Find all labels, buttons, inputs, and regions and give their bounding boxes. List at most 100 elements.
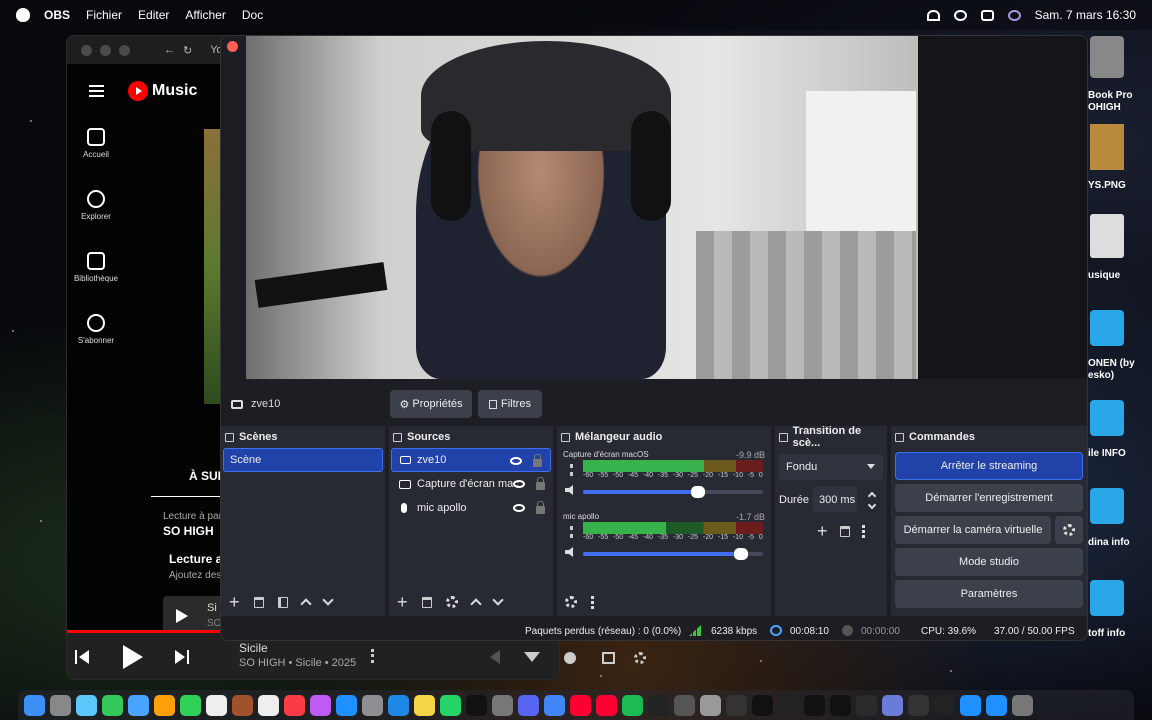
desktop-label[interactable]: OHIGH — [1088, 102, 1150, 114]
dock-app-icon[interactable] — [414, 694, 435, 716]
lock-icon[interactable] — [536, 501, 545, 514]
collapse-icon[interactable] — [490, 650, 500, 664]
dock-app-icon[interactable] — [284, 694, 305, 716]
volume-icon[interactable] — [564, 652, 576, 664]
dock-app-icon[interactable] — [50, 694, 71, 716]
scene-item[interactable]: Scène — [223, 448, 383, 472]
dock-app-icon[interactable] — [128, 694, 149, 716]
dock-app-icon[interactable] — [830, 694, 851, 716]
desktop-label[interactable]: dina info — [1088, 537, 1150, 549]
youtube-music-logo[interactable]: Music — [128, 81, 197, 101]
dock-app-icon[interactable] — [154, 694, 175, 716]
dock-app-icon[interactable] — [336, 694, 357, 716]
dock-app-icon[interactable] — [596, 694, 617, 716]
nav-subscribe[interactable]: S'abonner — [67, 314, 125, 366]
dock-app-icon[interactable] — [544, 694, 565, 716]
minimize-button[interactable] — [100, 44, 111, 56]
speaker-icon[interactable] — [565, 485, 573, 495]
dock-app-icon[interactable] — [518, 694, 539, 716]
folder-icon[interactable] — [1090, 310, 1124, 346]
channel-menu-icon[interactable] — [570, 464, 573, 476]
nav-home[interactable]: Accueil — [67, 128, 125, 180]
source-item[interactable]: mic apollo — [389, 496, 553, 520]
dock-app-icon[interactable] — [310, 694, 331, 716]
stop-streaming-button[interactable]: Arrêter le streaming — [895, 452, 1083, 480]
transition-options-icon[interactable] — [861, 524, 865, 538]
next-icon[interactable] — [175, 650, 189, 664]
dock-app-icon[interactable] — [76, 694, 97, 716]
move-down-button[interactable] — [321, 594, 334, 606]
visibility-icon[interactable] — [513, 480, 525, 488]
increment-icon[interactable] — [867, 491, 877, 501]
move-down-button[interactable] — [491, 594, 504, 606]
dock-app-icon[interactable] — [440, 694, 461, 716]
dock-app-icon[interactable] — [674, 694, 695, 716]
studio-mode-button[interactable]: Mode studio — [895, 548, 1083, 576]
advanced-audio-icon[interactable] — [565, 596, 577, 608]
menu-docks[interactable]: Doc — [242, 8, 263, 22]
properties-button[interactable]: ⚙ Propriétés — [390, 390, 472, 418]
slider-knob[interactable] — [691, 486, 706, 498]
virtual-camera-button[interactable]: Démarrer la caméra virtuelle — [895, 516, 1051, 544]
dock-app-icon[interactable] — [362, 694, 383, 716]
folder-icon[interactable] — [1090, 488, 1124, 524]
close-button[interactable] — [227, 41, 238, 52]
folder-icon[interactable] — [1090, 580, 1124, 616]
dock-app-icon[interactable] — [102, 694, 123, 716]
apple-icon[interactable] — [16, 8, 30, 22]
remove-transition-button[interactable] — [839, 525, 850, 537]
lock-icon[interactable] — [533, 454, 542, 467]
dock-app-icon[interactable] — [24, 694, 45, 716]
desktop-label[interactable]: Book Pro — [1088, 90, 1150, 102]
reload-icon[interactable]: ↻ — [183, 44, 192, 57]
dock-app-icon[interactable] — [492, 694, 513, 716]
dock-app-icon[interactable] — [1012, 694, 1033, 716]
transition-select[interactable]: Fondu — [779, 454, 883, 480]
dock-app-icon[interactable] — [622, 694, 643, 716]
menu-file[interactable]: Fichier — [86, 8, 122, 22]
dock-app-icon[interactable] — [960, 694, 981, 716]
play-button[interactable] — [123, 645, 143, 669]
start-recording-button[interactable]: Démarrer l'enregistrement — [895, 484, 1083, 512]
add-transition-button[interactable]: + — [817, 522, 828, 540]
lock-icon[interactable] — [536, 477, 545, 490]
dock-app-icon[interactable] — [934, 694, 955, 716]
more-options-icon[interactable] — [591, 595, 594, 609]
filters-button[interactable]: Filtres — [478, 390, 542, 418]
desktop-label[interactable]: YS.PNG — [1088, 180, 1150, 192]
close-button[interactable] — [81, 44, 92, 56]
menu-view[interactable]: Afficher — [185, 8, 225, 22]
dock-app-icon[interactable] — [804, 694, 825, 716]
move-up-button[interactable] — [469, 598, 482, 610]
previous-icon[interactable] — [75, 650, 89, 664]
dock-app-icon[interactable] — [648, 694, 669, 716]
image-file-icon[interactable] — [1090, 124, 1124, 170]
dock-app-icon[interactable] — [206, 694, 227, 716]
dock-app-icon[interactable] — [752, 694, 773, 716]
expand-icon[interactable] — [524, 652, 540, 662]
source-properties-button[interactable] — [445, 596, 458, 608]
add-source-button[interactable]: + — [397, 593, 408, 611]
dock-app-icon[interactable] — [258, 694, 279, 716]
siri-icon[interactable] — [1007, 9, 1021, 21]
menu-edit[interactable]: Editer — [138, 8, 169, 22]
dock-app-icon[interactable] — [856, 694, 877, 716]
source-item[interactable]: Capture d'écran mac — [389, 472, 553, 496]
dock-app-icon[interactable] — [180, 694, 201, 716]
drive-icon[interactable] — [1090, 36, 1124, 78]
settings-button[interactable]: Paramètres — [895, 580, 1083, 608]
desktop-label[interactable]: usique — [1088, 270, 1150, 282]
preview-canvas[interactable] — [246, 36, 918, 379]
desktop-label[interactable]: ONEN (by — [1088, 358, 1150, 370]
desktop-label[interactable]: esko) — [1088, 370, 1150, 382]
remove-source-button[interactable] — [421, 596, 432, 608]
dock-app-icon[interactable] — [986, 694, 1007, 716]
menu-app-name[interactable]: OBS — [44, 8, 70, 22]
dock-app-icon[interactable] — [570, 694, 591, 716]
visibility-icon[interactable] — [510, 457, 522, 465]
speaker-icon[interactable] — [565, 547, 573, 557]
search-icon[interactable] — [953, 9, 967, 21]
channel-menu-icon[interactable] — [570, 526, 573, 538]
remove-scene-button[interactable] — [253, 596, 264, 608]
virtual-camera-settings-button[interactable] — [1055, 516, 1083, 544]
